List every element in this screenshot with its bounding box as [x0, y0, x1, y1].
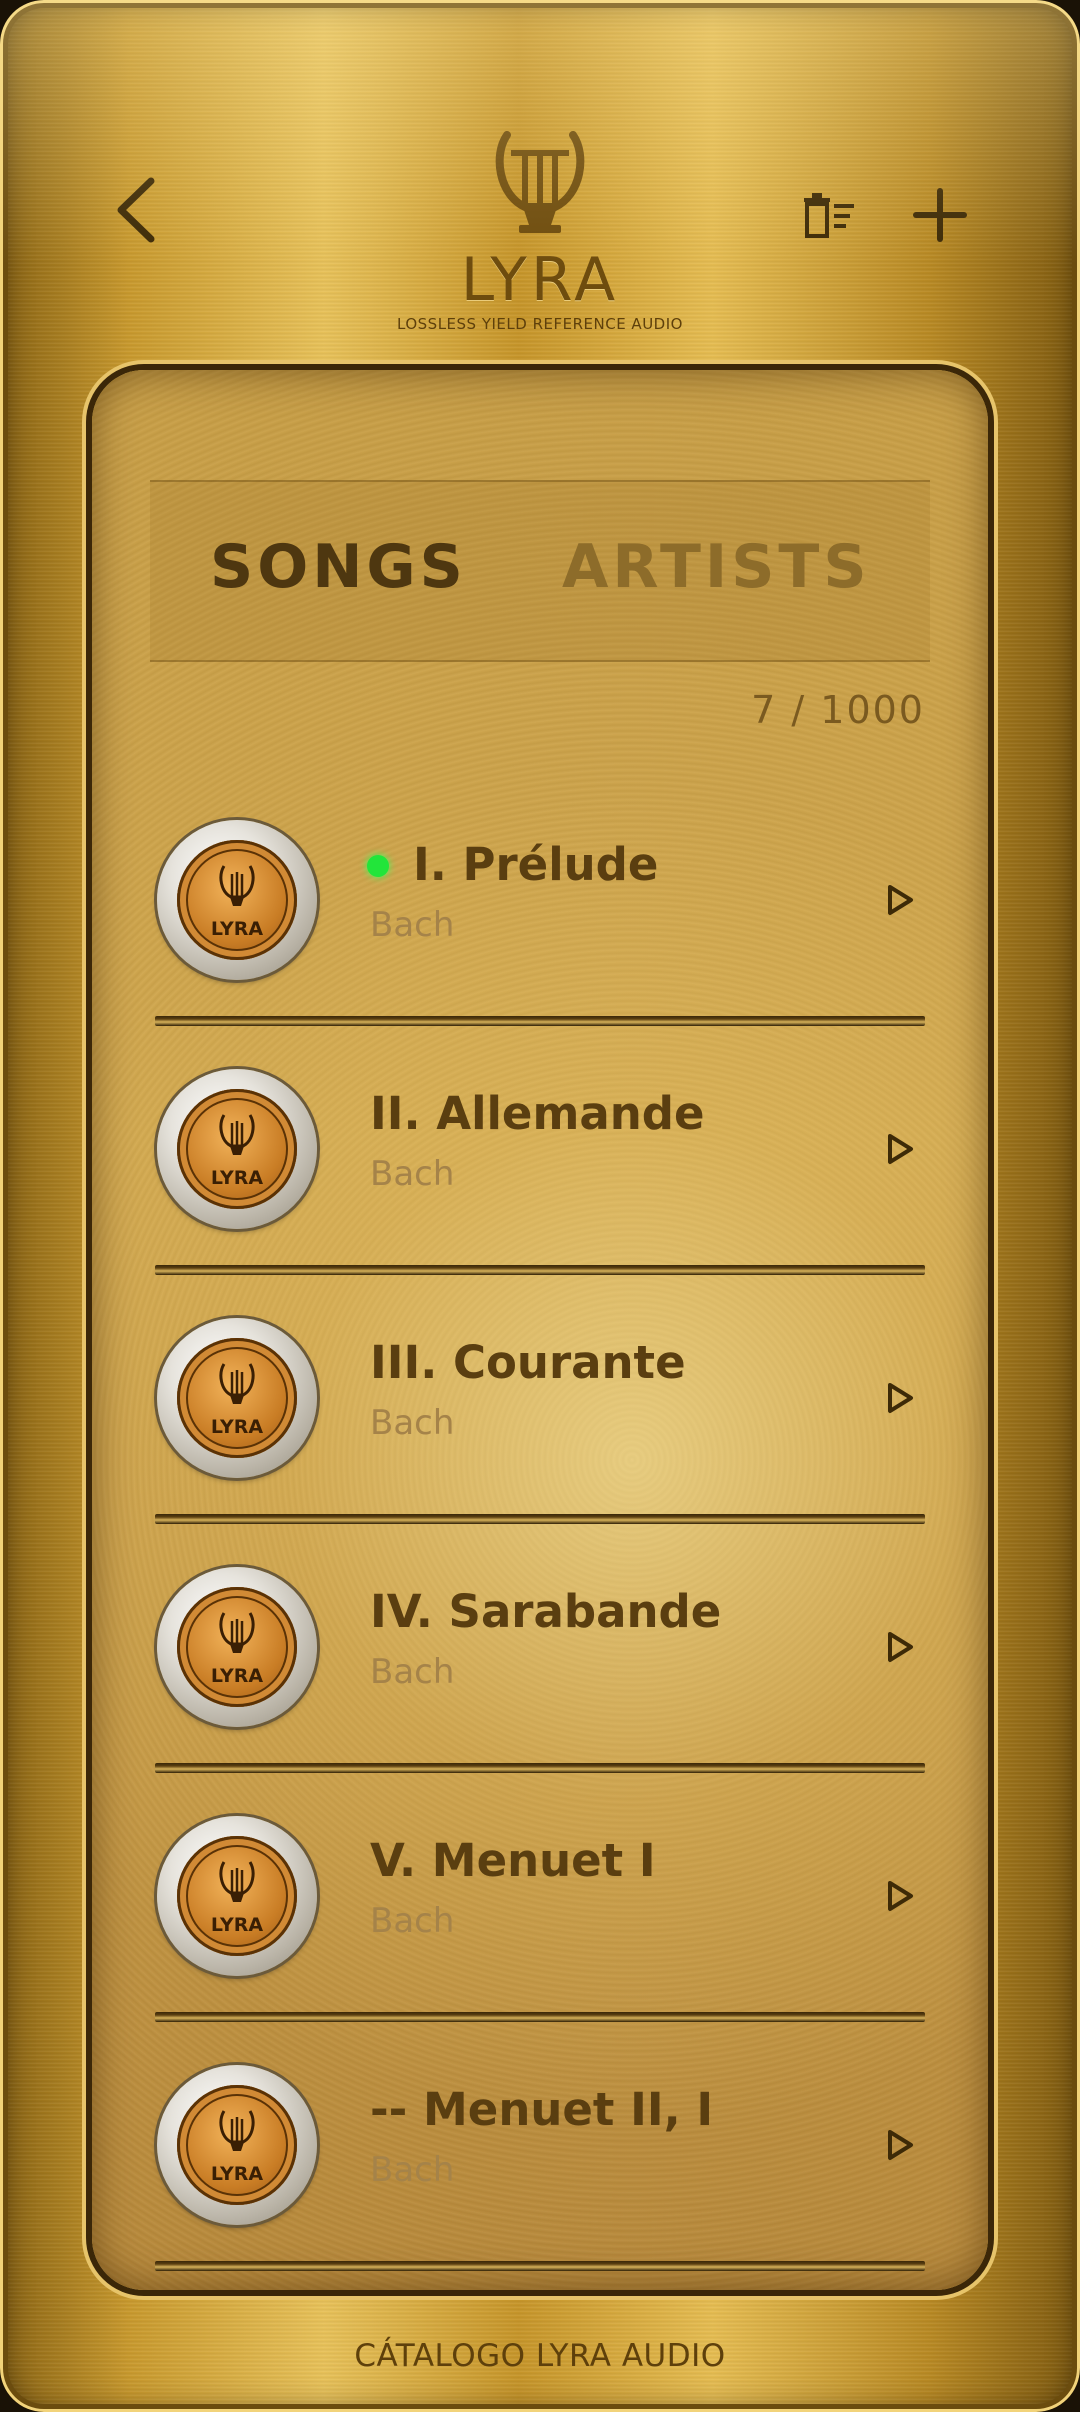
song-artist: Bach — [370, 2150, 455, 2190]
footer-label: CÁTALOGO LYRA AUDIO — [354, 2338, 726, 2374]
album-cover: LYRA — [157, 1318, 317, 1478]
album-cover: LYRA — [157, 820, 317, 980]
song-artist: Bach — [370, 905, 455, 945]
song-row-6[interactable]: LYRA -- Menuet II, I Bach — [155, 2055, 925, 2304]
play-button[interactable] — [875, 2115, 925, 2175]
song-artist: Bach — [370, 1403, 455, 1443]
lyre-icon — [219, 1861, 255, 1902]
album-cover: LYRA — [157, 1816, 317, 1976]
chevron-left-icon — [117, 177, 155, 243]
song-row-4[interactable]: LYRA IV. Sarabande Bach — [155, 1557, 925, 1806]
row-divider — [155, 1016, 925, 1026]
play-button[interactable] — [875, 1866, 925, 1926]
song-title: III. Courante — [370, 1336, 686, 1389]
row-divider — [155, 2012, 925, 2022]
song-row-3[interactable]: LYRA III. Courante Bach — [155, 1308, 925, 1557]
row-divider — [155, 1514, 925, 1524]
lyre-icon — [495, 131, 585, 233]
logo-name: LYRA — [460, 245, 620, 315]
play-icon — [888, 1134, 913, 1164]
lyre-icon — [219, 865, 255, 906]
track-count: 7 / 1000 — [751, 688, 925, 732]
play-icon — [888, 1383, 913, 1413]
now-playing-indicator — [367, 855, 389, 877]
cover-label: LYRA — [210, 1665, 264, 1687]
row-divider — [155, 1265, 925, 1275]
cover-label: LYRA — [210, 1416, 264, 1438]
song-title: II. Allemande — [370, 1087, 705, 1140]
album-cover: LYRA — [157, 1069, 317, 1229]
cover-label: LYRA — [210, 2163, 264, 2185]
cover-label: LYRA — [210, 1914, 264, 1936]
lyre-icon — [219, 1363, 255, 1404]
clear-list-button[interactable] — [790, 175, 870, 255]
song-row-2[interactable]: LYRA II. Allemande Bach — [155, 1059, 925, 1308]
lyre-icon — [219, 2110, 255, 2151]
song-artist: Bach — [370, 1901, 455, 1941]
song-title: I. Prélude — [413, 838, 659, 891]
song-artist: Bach — [370, 1154, 455, 1194]
back-button[interactable] — [100, 160, 170, 260]
play-button[interactable] — [875, 1368, 925, 1428]
play-icon — [888, 1881, 913, 1911]
play-button[interactable] — [875, 1617, 925, 1677]
album-cover: LYRA — [157, 2065, 317, 2225]
play-icon — [888, 1632, 913, 1662]
song-title: IV. Sarabande — [370, 1585, 722, 1638]
add-button[interactable] — [900, 175, 980, 255]
song-artist: Bach — [370, 1652, 455, 1692]
play-button[interactable] — [875, 1119, 925, 1179]
song-title: -- Menuet II, I — [370, 2083, 714, 2136]
song-row-1[interactable]: LYRA I. Prélude Bach — [155, 810, 925, 1059]
cover-label: LYRA — [210, 1167, 264, 1189]
play-button[interactable] — [875, 870, 925, 930]
song-title: V. Menuet I — [370, 1834, 656, 1887]
delete-list-icon — [804, 193, 854, 238]
lyre-icon — [219, 1612, 255, 1653]
logo-tagline: LOSSLESS YIELD REFERENCE AUDIO — [397, 315, 683, 333]
app-logo: LYRA LOSSLESS YIELD REFERENCE AUDIO — [380, 125, 700, 340]
song-row-5[interactable]: LYRA V. Menuet I Bach — [155, 1806, 925, 2055]
play-icon — [888, 2130, 913, 2160]
play-icon — [888, 885, 913, 915]
row-divider — [155, 2261, 925, 2271]
tab-songs[interactable]: SONGS — [210, 532, 467, 602]
song-list: LYRA I. Prélude Bach LYRA II. Allemande … — [155, 810, 925, 2304]
tab-bar: SONGS ARTISTS — [150, 480, 930, 662]
device-frame: LYRA LOSSLESS YIELD REFERENCE AUDIO SONG… — [0, 0, 1080, 2412]
album-cover: LYRA — [157, 1567, 317, 1727]
cover-label: LYRA — [210, 918, 264, 940]
plus-icon — [913, 188, 967, 242]
row-divider — [155, 1763, 925, 1773]
tab-artists[interactable]: ARTISTS — [562, 532, 871, 602]
lyre-icon — [219, 1114, 255, 1155]
